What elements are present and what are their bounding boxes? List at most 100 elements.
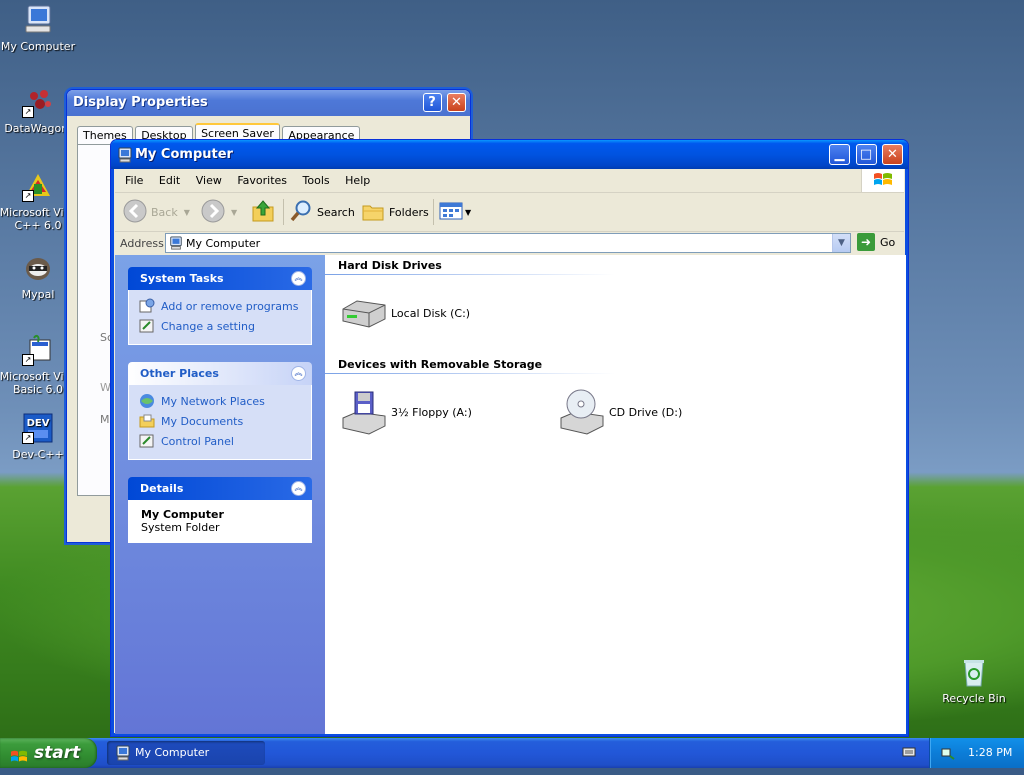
group-header-hard-disk-drives: Hard Disk Drives [338,259,442,272]
my-computer-small-icon [169,236,183,253]
my-computer-window[interactable]: My Computer ▁ □ ✕ File Edit View Favorit… [110,139,909,737]
control-panel-icon [139,318,155,334]
desktop-icon-recycle-bin[interactable]: Recycle Bin [932,656,1016,705]
file-view: Hard Disk Drives Local Disk (C:) Devices… [325,255,906,734]
system-tray: 1:28 PM [929,738,1024,768]
recycle-bin-icon [958,656,990,688]
go-label: Go [880,235,896,249]
window-title: Display Properties [73,95,208,110]
my-documents-link[interactable]: My Documents [139,411,311,431]
panel-title: System Tasks [140,272,224,285]
windows-flag-icon [10,745,28,762]
address-input[interactable]: My Computer ▼ [165,233,851,253]
menu-bar: File Edit View Favorites Tools Help [115,169,904,193]
go-button[interactable]: ➜ Go [857,233,895,251]
address-value: My Computer [186,237,261,250]
chevron-down-icon[interactable]: ▼ [184,208,190,217]
address-label: Address [120,237,164,250]
control-panel-link[interactable]: Control Panel [139,431,311,451]
views-button[interactable]: ▼ [439,197,471,227]
task-pane: System Tasks ︽ Add or remove programs Ch… [115,255,325,734]
visual-cpp-icon: ↗ [22,170,54,202]
minimize-button[interactable]: ▁ [829,144,850,165]
mypal-raccoon-icon [22,252,54,284]
taskbar-item-my-computer[interactable]: My Computer [107,741,265,765]
collapse-chevron-icon[interactable]: ︽ [291,366,306,381]
details-type: System Folder [141,521,220,534]
back-button[interactable]: Back ▼ [123,197,190,227]
keyboard-icon[interactable] [902,745,916,759]
help-button[interactable]: ? [422,93,442,112]
folders-button[interactable]: Folders [361,197,429,227]
close-button[interactable]: ✕ [447,93,466,112]
display-properties-titlebar[interactable]: Display Properties [67,90,470,116]
floppy-drive-icon [339,388,387,436]
menu-view[interactable]: View [190,169,228,192]
network-status-icon[interactable] [940,745,956,761]
drive-floppy-a[interactable]: 3½ Floppy (A:) [339,388,472,436]
drive-label: 3½ Floppy (A:) [391,405,472,419]
taskbar: start My Computer 1:28 PM [0,738,1024,768]
search-label: Search [317,205,355,219]
chevron-down-icon[interactable]: ▼ [465,208,471,217]
details-name: My Computer [141,508,224,521]
network-places-icon [139,393,155,409]
address-dropdown-button[interactable]: ▼ [832,234,850,252]
standard-toolbar: Back ▼ ▼ Search Folders ▼ [115,193,904,232]
forward-button[interactable]: ▼ [201,197,237,227]
window-title: My Computer [135,147,233,162]
close-button[interactable]: ✕ [882,144,903,165]
taskbar-item-label: My Computer [135,746,210,759]
forward-arrow-icon [201,199,225,226]
other-places-header[interactable]: Other Places ︽ [128,362,312,385]
add-remove-programs-link[interactable]: Add or remove programs [139,296,311,316]
address-bar: Address My Computer ▼ ➜ Go [115,232,904,255]
hard-disk-icon [339,289,387,337]
clock[interactable]: 1:28 PM [968,746,1012,759]
menu-edit[interactable]: Edit [153,169,186,192]
dev-cpp-icon: DEV ↗ [22,412,54,444]
shortcut-arrow-icon: ↗ [22,106,34,118]
folders-icon [361,199,385,226]
menu-help[interactable]: Help [339,169,376,192]
panel-title: Details [140,482,184,495]
shortcut-arrow-icon: ↗ [22,354,34,366]
menu-file[interactable]: File [119,169,149,192]
shortcut-arrow-icon: ↗ [22,432,34,444]
link-label: Add or remove programs [161,299,299,313]
search-button[interactable]: Search [289,197,355,227]
panel-title: Other Places [140,367,219,380]
up-folder-button[interactable] [251,197,275,227]
maximize-button[interactable]: □ [855,144,877,165]
visual-basic-icon: ↗ [22,334,54,366]
go-arrow-icon: ➜ [857,233,875,251]
link-label: Change a setting [161,319,255,333]
svg-text:DEV: DEV [27,418,50,429]
views-grid-icon [439,201,463,224]
toolbar-separator [283,199,284,225]
link-label: My Documents [161,414,244,428]
my-computer-titlebar[interactable]: My Computer ▁ □ ✕ [111,140,908,169]
my-computer-small-icon [115,745,131,770]
up-folder-icon [251,199,275,226]
my-network-places-link[interactable]: My Network Places [139,391,311,411]
collapse-chevron-icon[interactable]: ︽ [291,271,306,286]
menu-tools[interactable]: Tools [297,169,336,192]
shortcut-arrow-icon: ↗ [22,190,34,202]
drive-cd-d[interactable]: CD Drive (D:) [557,388,682,436]
collapse-chevron-icon[interactable]: ︽ [291,481,306,496]
system-tasks-header[interactable]: System Tasks ︽ [128,267,312,290]
other-places-panel: Other Places ︽ My Network Places My Docu… [128,362,312,460]
start-button[interactable]: start [0,738,97,768]
change-setting-link[interactable]: Change a setting [139,316,311,336]
desktop-icon-label: Recycle Bin [942,692,1006,705]
menu-favorites[interactable]: Favorites [231,169,293,192]
details-header[interactable]: Details ︽ [128,477,312,500]
drive-local-disk-c[interactable]: Local Disk (C:) [339,289,470,337]
link-label: My Network Places [161,394,265,408]
add-remove-programs-icon [139,298,155,314]
group-divider [325,274,615,275]
desktop-icon-my-computer[interactable]: My Computer [0,4,80,53]
chevron-down-icon[interactable]: ▼ [231,208,237,217]
drive-label: CD Drive (D:) [609,405,683,419]
